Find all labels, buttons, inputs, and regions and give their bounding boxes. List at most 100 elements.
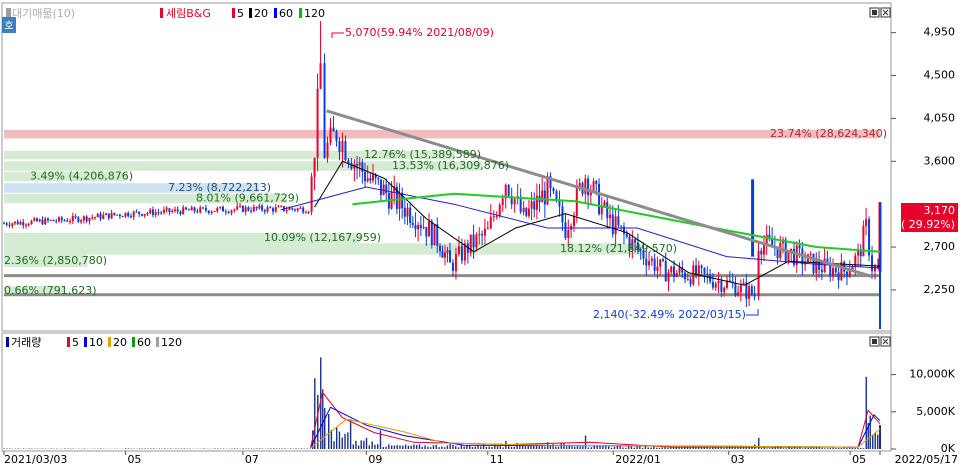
- candle-body: [41, 220, 43, 225]
- volume-bar: [786, 448, 787, 449]
- candle-body: [754, 294, 756, 296]
- volume-bar: [841, 448, 842, 449]
- volume-profile-label: 3.49% (4,206,876): [30, 170, 133, 183]
- candle-body: [473, 235, 475, 248]
- candle-body: [75, 216, 77, 217]
- volume-bar: [419, 444, 420, 449]
- candle-body: [763, 245, 765, 255]
- candle-body: [832, 268, 834, 276]
- candle-body: [233, 209, 235, 210]
- candle-body: [258, 206, 260, 209]
- volume-bar: [486, 447, 487, 449]
- candle-body: [36, 218, 38, 221]
- date-tick-label: 07: [245, 453, 259, 466]
- candle-body: [615, 216, 617, 234]
- candle-body: [645, 259, 647, 266]
- candle-body: [3, 223, 5, 224]
- volume-bar: [650, 448, 651, 449]
- volume-panel-restore-button[interactable]: [870, 337, 879, 346]
- candle-body: [242, 206, 244, 212]
- volume-bar: [491, 447, 492, 449]
- volume-bar: [550, 446, 551, 449]
- legend-swatch: [274, 8, 277, 18]
- candle-body: [146, 213, 148, 214]
- volume-bar: [361, 440, 362, 449]
- volume-bar: [281, 448, 282, 449]
- candle-body: [179, 212, 181, 215]
- candle-body: [332, 128, 334, 132]
- candle-body: [239, 206, 241, 207]
- candle-body: [508, 185, 510, 196]
- volume-bar: [849, 447, 850, 449]
- candle-body: [715, 283, 717, 287]
- candle-body: [487, 228, 489, 229]
- candle-body: [211, 212, 213, 213]
- volume-bar: [336, 427, 337, 449]
- candle-body: [692, 265, 694, 284]
- volume-bar: [391, 445, 392, 449]
- candle-body: [439, 246, 441, 251]
- price-panel-close-button[interactable]: [881, 8, 890, 17]
- candle-body: [305, 212, 307, 213]
- candle-body: [668, 272, 670, 281]
- volume-bar: [358, 446, 359, 449]
- candle-body: [108, 213, 110, 218]
- legend-swatch: [249, 8, 252, 18]
- candle-body: [690, 279, 692, 284]
- candle-body: [133, 212, 135, 217]
- candle-body: [267, 207, 269, 211]
- date-tick-label: 2022/05/17: [895, 453, 958, 466]
- volume-bar: [433, 445, 434, 449]
- candle-body: [838, 272, 840, 280]
- candle-body: [399, 193, 401, 209]
- volume-bar: [599, 446, 600, 449]
- volume-bar: [422, 447, 423, 449]
- volume-bar: [342, 438, 343, 449]
- candle-body: [256, 207, 258, 208]
- date-tick-label: 11: [490, 453, 504, 466]
- volume-bar: [594, 446, 595, 449]
- candle-body: [231, 210, 233, 212]
- volume-bar: [413, 445, 414, 449]
- candle-body: [659, 259, 661, 266]
- volume-bar: [642, 448, 643, 449]
- candle-body: [61, 217, 63, 220]
- price-tick-label: 3,600: [924, 154, 956, 167]
- candle-body: [420, 225, 422, 228]
- candle-body: [414, 225, 416, 229]
- volume-bar: [214, 448, 215, 449]
- candle-body: [423, 227, 425, 228]
- candle-body: [135, 212, 137, 213]
- candle-body: [377, 178, 379, 179]
- date-tick-label: 2021/03/03: [4, 453, 67, 466]
- candle-body: [86, 216, 88, 221]
- date-tick-label: 05: [852, 453, 866, 466]
- candle-body: [327, 143, 329, 158]
- volume-bar: [588, 447, 589, 449]
- candle-body: [367, 178, 369, 181]
- candle-body: [541, 191, 543, 203]
- volume-bar: [497, 446, 498, 449]
- volume-bar: [821, 448, 822, 449]
- candle-body: [673, 267, 675, 277]
- candle-body: [163, 210, 165, 213]
- candle-body: [116, 215, 118, 216]
- volume-bar: [662, 447, 663, 449]
- candle-body: [264, 210, 266, 212]
- candle-body: [758, 251, 760, 296]
- candle-body: [712, 282, 714, 288]
- candle-body: [152, 210, 154, 215]
- volume-bar: [331, 430, 332, 449]
- volume-bar: [399, 445, 400, 449]
- candle-body: [598, 184, 600, 214]
- volume-panel-close-button[interactable]: [881, 337, 890, 346]
- volume-bar: [577, 446, 578, 449]
- volume-bar: [472, 447, 473, 449]
- volume-bar: [648, 447, 649, 449]
- volume-bar: [830, 448, 831, 449]
- price-panel-restore-button[interactable]: [870, 8, 879, 17]
- volume-bar: [139, 448, 140, 449]
- volume-bar: [860, 448, 861, 449]
- candle-body: [11, 223, 13, 225]
- candle-body: [609, 215, 611, 219]
